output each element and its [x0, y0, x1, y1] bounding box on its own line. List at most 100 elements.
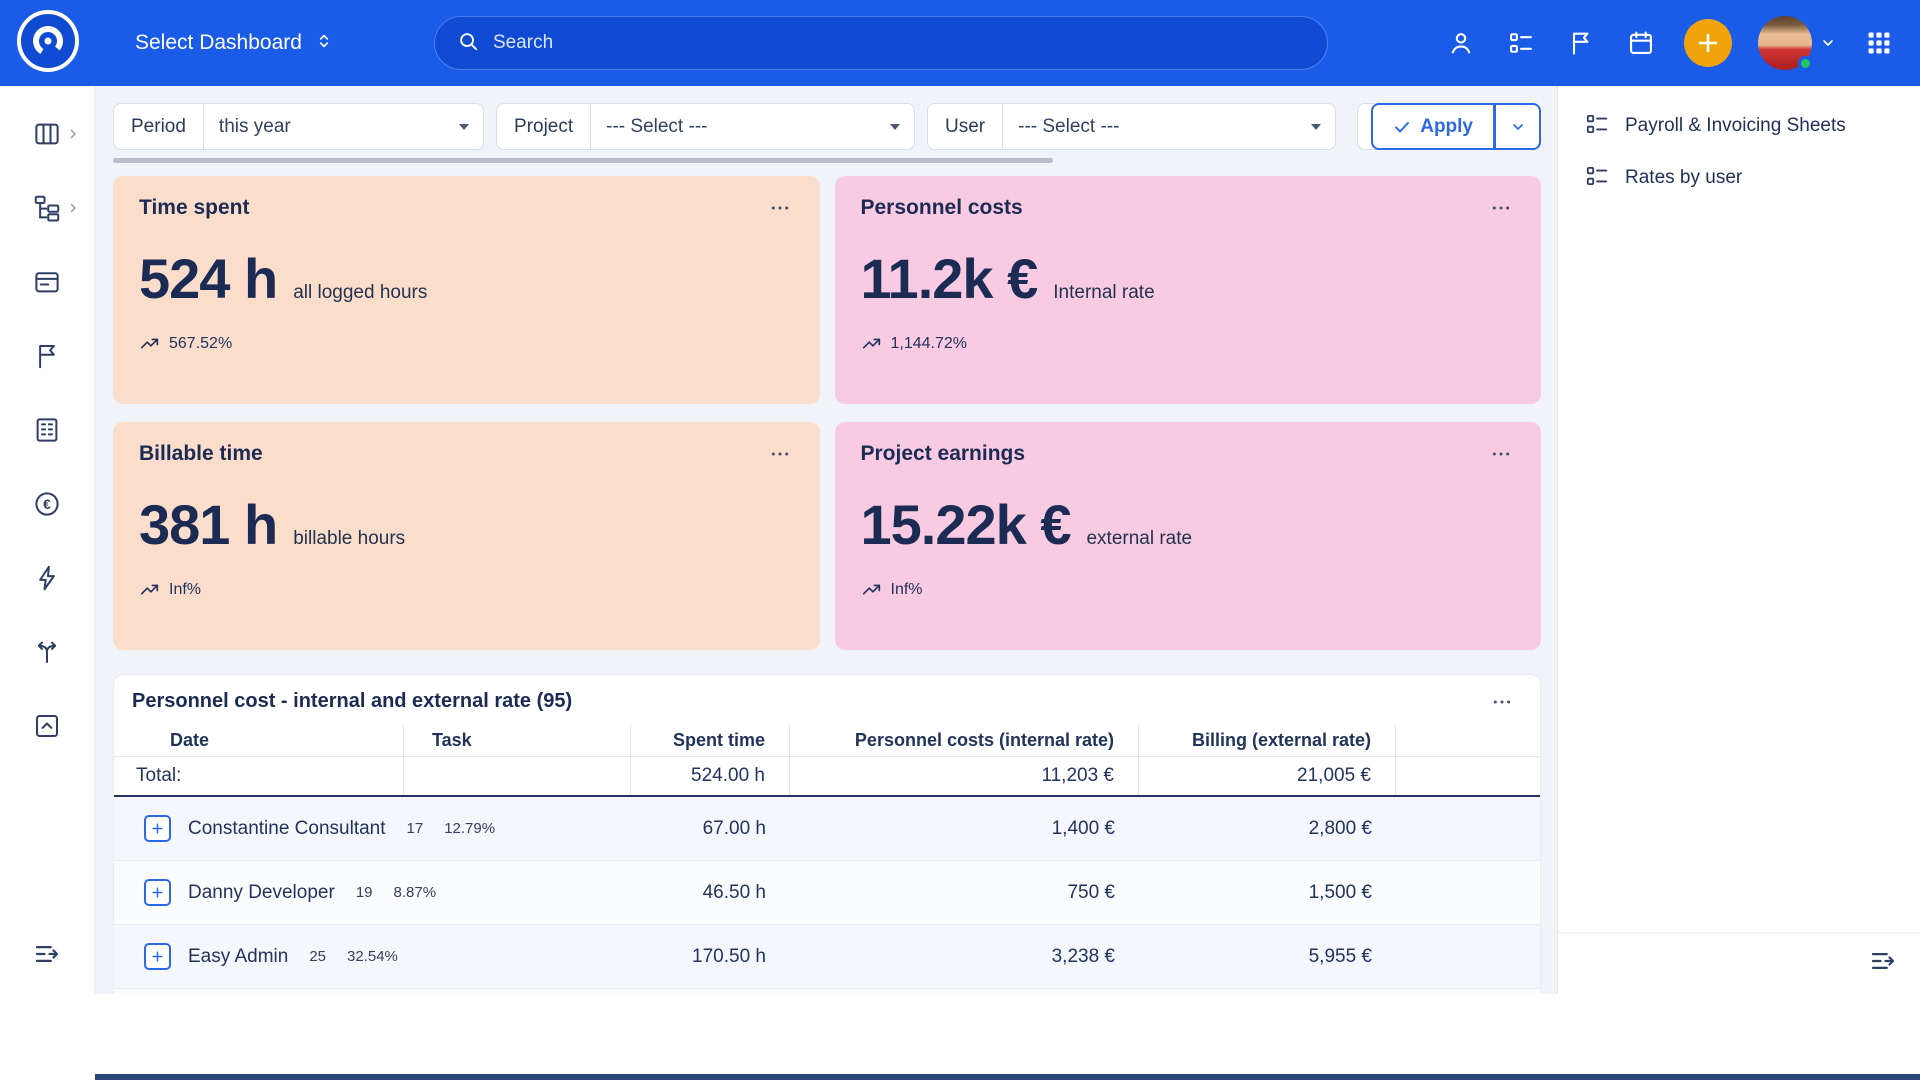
- caret-down-icon: [1311, 124, 1321, 130]
- add-button[interactable]: [1684, 19, 1732, 67]
- row-percent: 12.79%: [444, 820, 495, 837]
- plus-icon: [150, 949, 165, 964]
- row-count: 25: [309, 948, 326, 965]
- apply-button[interactable]: Apply: [1371, 103, 1495, 150]
- flag-icon: [32, 341, 62, 376]
- plus-icon: [150, 885, 165, 900]
- filter-project: Project --- Select ---: [496, 103, 915, 150]
- profile-icon[interactable]: [1444, 26, 1478, 60]
- apply-split-button: Apply: [1371, 103, 1541, 150]
- dashboard-selector[interactable]: Select Dashboard: [135, 29, 334, 58]
- table-body: Constantine Consultant 17 12.79% 67.00 h…: [114, 797, 1540, 994]
- tasks-checklist-icon[interactable]: [1504, 26, 1538, 60]
- bottom-strip: [95, 1074, 1920, 1080]
- nav-cards[interactable]: [0, 262, 95, 306]
- total-external: 21,005 €: [1139, 757, 1396, 795]
- expand-row-button[interactable]: [144, 879, 171, 906]
- nav-milestones[interactable]: [0, 336, 95, 380]
- row-internal: 3,238 €: [790, 946, 1139, 968]
- avatar: [1758, 16, 1812, 70]
- panel-item-rates-by-user[interactable]: Rates by user: [1558, 152, 1920, 204]
- trend-up-icon: [861, 579, 883, 601]
- apply-button-label: Apply: [1420, 116, 1473, 138]
- collapse-arrow-icon: [1868, 946, 1898, 976]
- horizontal-scrollbar-thumb[interactable]: [113, 158, 1053, 163]
- nav-finance[interactable]: €: [0, 484, 95, 528]
- filter-project-select[interactable]: --- Select ---: [591, 104, 914, 149]
- row-percent: 8.87%: [394, 884, 437, 901]
- apply-dropdown-button[interactable]: [1495, 103, 1541, 150]
- table-row[interactable]: Danny Developer 19 8.87% 46.50 h 750 € 1…: [114, 861, 1540, 925]
- filter-project-value: --- Select ---: [606, 116, 707, 138]
- table-title: Personnel cost - internal and external r…: [132, 690, 572, 713]
- filter-bar: Period this year Project --- Select --- …: [113, 103, 1541, 150]
- nav-archive[interactable]: [0, 706, 95, 750]
- filter-user-value: --- Select ---: [1018, 116, 1119, 138]
- row-spent-time: 67.00 h: [631, 818, 790, 840]
- collapse-arrow-icon: [32, 939, 62, 969]
- row-user-name: Danny Developer: [188, 882, 335, 904]
- expand-row-button[interactable]: [144, 943, 171, 970]
- apps-grid-icon[interactable]: [1862, 26, 1896, 60]
- kpi-title: Project earnings: [861, 442, 1026, 466]
- plus-icon: [150, 821, 165, 836]
- table-row[interactable]: Constantine Consultant 17 12.79% 67.00 h…: [114, 797, 1540, 861]
- check-icon: [1393, 118, 1411, 136]
- table-row[interactable]: Ian IT Expert 18 31.58% 165.50 h 4,000 €…: [114, 989, 1540, 994]
- svg-text:€: €: [43, 497, 51, 512]
- kpi-trend-value: Inf%: [891, 581, 923, 599]
- filter-period-label: Period: [114, 104, 204, 149]
- kebab-menu-icon[interactable]: [766, 200, 794, 216]
- collapse-sidebar-button[interactable]: [32, 939, 62, 994]
- kebab-menu-icon[interactable]: [1488, 694, 1516, 710]
- table-header-row: Date Task Spent time Personnel costs (in…: [114, 725, 1540, 757]
- nav-dashboards[interactable]: [0, 114, 95, 158]
- column-header-task: Task: [404, 725, 631, 756]
- topbar: Select Dashboard: [0, 0, 1920, 86]
- nav-company[interactable]: [0, 410, 95, 454]
- row-user-name: Constantine Consultant: [188, 818, 386, 840]
- filter-project-label: Project: [497, 104, 591, 149]
- nav-projects-tree[interactable]: [0, 188, 95, 232]
- collapse-panel-button[interactable]: [1868, 946, 1898, 981]
- kpi-caption: all logged hours: [293, 282, 427, 304]
- kpi-caption: external rate: [1086, 528, 1192, 550]
- kebab-menu-icon[interactable]: [766, 446, 794, 462]
- kpi-grid: Time spent 524 h all logged hours 567.52…: [113, 176, 1541, 650]
- selector-chevrons-icon: [314, 29, 334, 58]
- kpi-caption: Internal rate: [1053, 282, 1154, 304]
- row-internal: 750 €: [790, 882, 1139, 904]
- search-input[interactable]: [493, 32, 1305, 54]
- building-icon: [32, 415, 62, 450]
- nav-workflow[interactable]: [0, 632, 95, 676]
- nav-quick-actions[interactable]: [0, 558, 95, 602]
- app-logo[interactable]: [0, 9, 95, 78]
- global-search[interactable]: [434, 16, 1328, 70]
- kpi-caption: billable hours: [293, 528, 405, 550]
- chevron-right-icon: [67, 201, 79, 219]
- topbar-actions: [1444, 16, 1920, 70]
- panel-item-payroll-invoicing[interactable]: Payroll & Invoicing Sheets: [1558, 100, 1920, 152]
- kpi-trend-value: Inf%: [169, 581, 201, 599]
- filter-period-select[interactable]: this year: [204, 104, 483, 149]
- kebab-menu-icon[interactable]: [1487, 200, 1515, 216]
- trend-up-icon: [139, 579, 161, 601]
- personnel-cost-table: Personnel cost - internal and external r…: [113, 674, 1541, 994]
- checklist-icon: [1584, 111, 1610, 142]
- split-arrows-icon: [32, 637, 62, 672]
- expand-row-button[interactable]: [144, 815, 171, 842]
- caret-down-icon: [890, 124, 900, 130]
- column-header-date: Date: [114, 725, 404, 756]
- table-row[interactable]: Easy Admin 25 32.54% 170.50 h 3,238 € 5,…: [114, 925, 1540, 989]
- filter-user-select[interactable]: --- Select ---: [1003, 104, 1335, 149]
- checklist-icon: [1584, 163, 1610, 194]
- kpi-card-personnel-costs: Personnel costs 11.2k € Internal rate 1,…: [835, 176, 1542, 404]
- kebab-menu-icon[interactable]: [1487, 446, 1515, 462]
- user-menu[interactable]: [1758, 16, 1836, 70]
- flag-icon[interactable]: [1564, 26, 1598, 60]
- kpi-trend-value: 567.52%: [169, 335, 232, 353]
- filter-period: Period this year: [113, 103, 484, 150]
- column-header-empty: [1396, 725, 1540, 756]
- row-spent-time: 170.50 h: [631, 946, 790, 968]
- calendar-icon[interactable]: [1624, 26, 1658, 60]
